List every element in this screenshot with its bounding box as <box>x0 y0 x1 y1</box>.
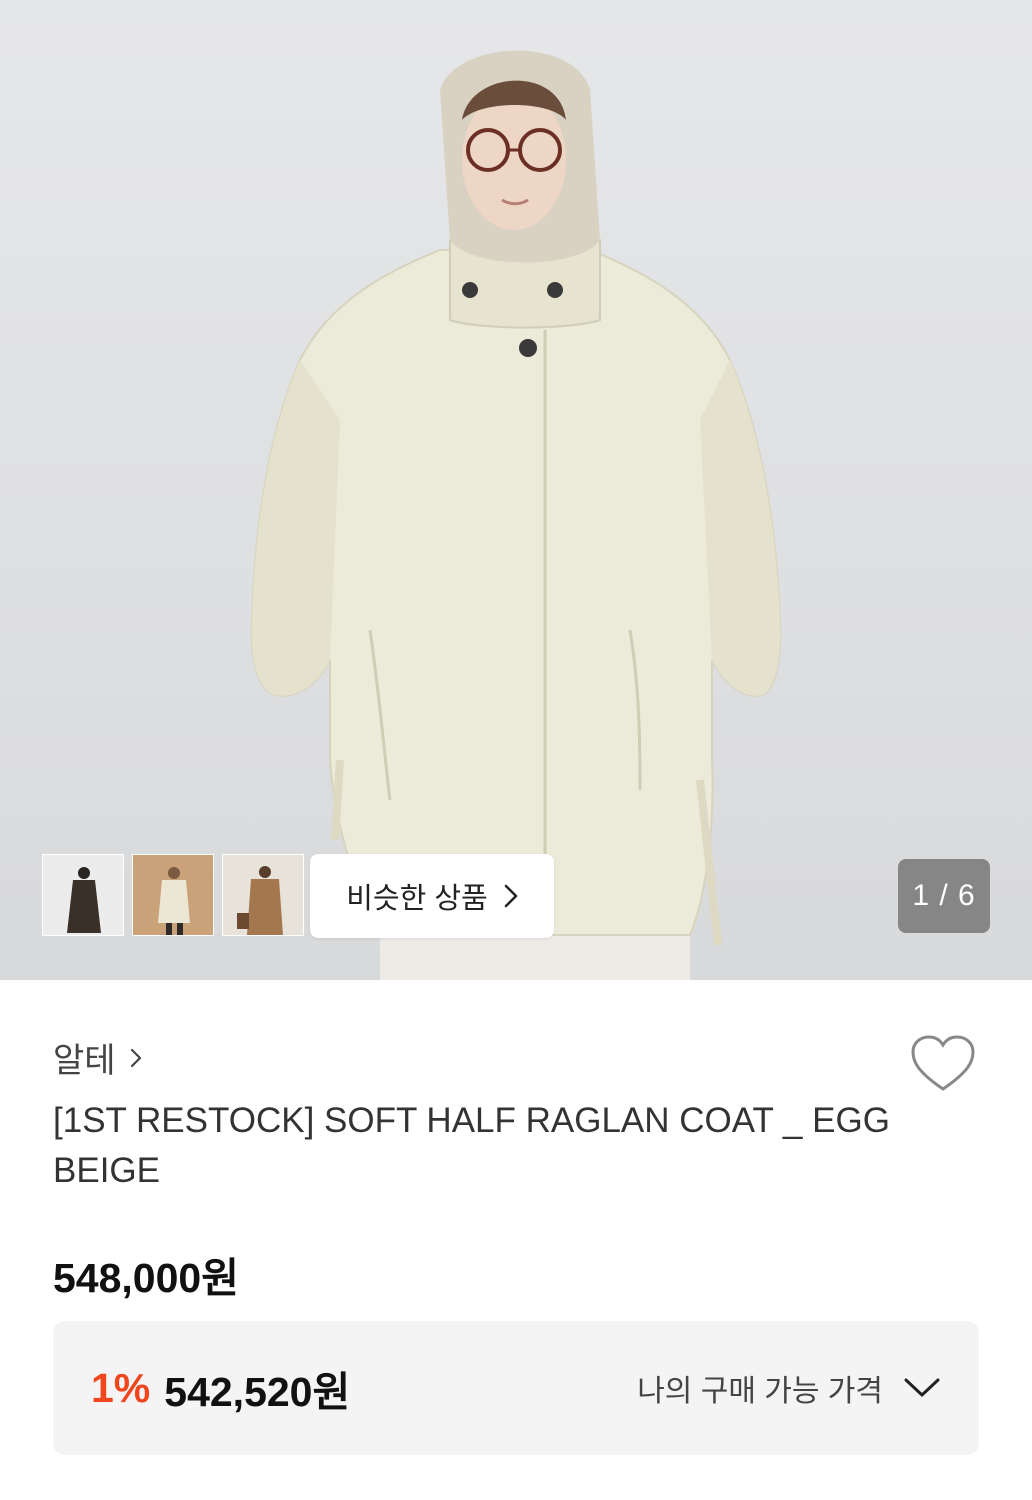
brand-name: 알테 <box>53 1042 116 1080</box>
thumbnail-strip <box>42 854 304 936</box>
heart-icon <box>911 1035 975 1091</box>
thumbnail-beige-coat[interactable] <box>132 854 214 936</box>
product-photo <box>250 50 782 980</box>
brand-link[interactable]: 알테 <box>53 1033 142 1082</box>
thumbnail-dark-coat[interactable] <box>42 854 124 936</box>
chevron-right-icon <box>504 884 518 908</box>
similar-products-label: 비슷한 상품 <box>346 883 488 915</box>
chevron-right-icon <box>130 1048 142 1068</box>
similar-products-button[interactable]: 비슷한 상품 <box>310 854 554 938</box>
discounted-price: 542,520원 <box>164 1369 351 1415</box>
wishlist-heart-button[interactable] <box>910 1034 976 1099</box>
product-title: [1ST RESTOCK] SOFT HALF RAGLAN COAT _ EG… <box>53 1101 890 1190</box>
image-counter: 1 / 6 <box>898 859 990 933</box>
my-available-price-label[interactable]: 나의 구매 가능 가격 <box>637 1366 883 1410</box>
thumbnail-camel-coat[interactable] <box>222 854 304 936</box>
product-image-gallery[interactable]: 비슷한 상품 1 / 6 <box>0 0 1032 980</box>
my-available-price-panel[interactable]: 1% 542,520원 나의 구매 가능 가격 <box>53 1321 979 1455</box>
product-price: 548,000원 <box>53 1255 239 1301</box>
discount-rate: 1% <box>91 1364 151 1411</box>
chevron-down-icon[interactable] <box>903 1377 941 1399</box>
